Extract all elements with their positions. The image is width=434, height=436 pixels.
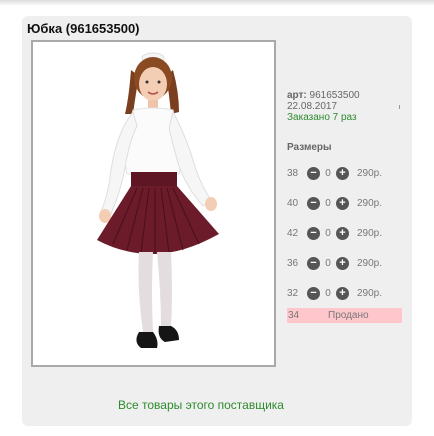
minus-icon[interactable]: − bbox=[307, 286, 320, 300]
minus-icon[interactable]: − bbox=[307, 166, 320, 180]
product-info: арт: 961653500 22.08.2017 Заказано 7 раз bbox=[287, 90, 360, 123]
size-row: 42 − 0 + 290р. bbox=[287, 225, 417, 241]
size-price: 290р. bbox=[357, 227, 383, 239]
top-shadow bbox=[0, 0, 434, 6]
size-price: 290р. bbox=[357, 257, 383, 269]
product-photo[interactable] bbox=[31, 40, 276, 367]
size-quantity: 0 bbox=[325, 227, 331, 239]
size-value: 32 bbox=[287, 287, 299, 299]
size-row: 38 − 0 + 290р. bbox=[287, 165, 417, 181]
size-quantity: 0 bbox=[325, 167, 331, 179]
size-quantity: 0 bbox=[325, 287, 331, 299]
ordered-count: Заказано 7 раз bbox=[287, 112, 357, 123]
article-line: арт: 961653500 bbox=[287, 90, 360, 101]
product-title: Юбка (961653500) bbox=[27, 21, 140, 36]
minus-icon[interactable]: − bbox=[307, 226, 320, 240]
girl-in-skirt-image bbox=[97, 52, 219, 348]
size-quantity: 0 bbox=[325, 257, 331, 269]
minus-icon[interactable]: − bbox=[307, 256, 320, 270]
decorative-mark bbox=[399, 105, 400, 109]
article-label: арт: bbox=[287, 90, 307, 101]
size-value: 38 bbox=[287, 167, 299, 179]
plus-icon[interactable]: + bbox=[336, 166, 349, 180]
size-quantity: 0 bbox=[325, 197, 331, 209]
sizes-label: Размеры bbox=[287, 142, 332, 153]
sold-out-row: 34 Продано bbox=[287, 308, 402, 323]
plus-icon[interactable]: + bbox=[336, 196, 349, 210]
size-value: 36 bbox=[287, 257, 299, 269]
size-value: 40 bbox=[287, 197, 299, 209]
plus-icon[interactable]: + bbox=[336, 226, 349, 240]
minus-icon[interactable]: − bbox=[307, 196, 320, 210]
sold-size: 34 bbox=[288, 310, 300, 321]
size-row: 40 − 0 + 290р. bbox=[287, 195, 417, 211]
sold-label: Продано bbox=[328, 310, 369, 321]
plus-icon[interactable]: + bbox=[336, 286, 349, 300]
size-row: 32 − 0 + 290р. bbox=[287, 285, 417, 301]
product-date: 22.08.2017 bbox=[287, 101, 338, 112]
size-row: 36 − 0 + 290р. bbox=[287, 255, 417, 271]
size-price: 290р. bbox=[357, 197, 383, 209]
size-price: 290р. bbox=[357, 167, 383, 179]
plus-icon[interactable]: + bbox=[336, 256, 349, 270]
supplier-products-link[interactable]: Все товары этого поставщика bbox=[118, 398, 284, 412]
article-number: 961653500 bbox=[309, 90, 360, 101]
size-price: 290р. bbox=[357, 287, 383, 299]
size-value: 42 bbox=[287, 227, 299, 239]
